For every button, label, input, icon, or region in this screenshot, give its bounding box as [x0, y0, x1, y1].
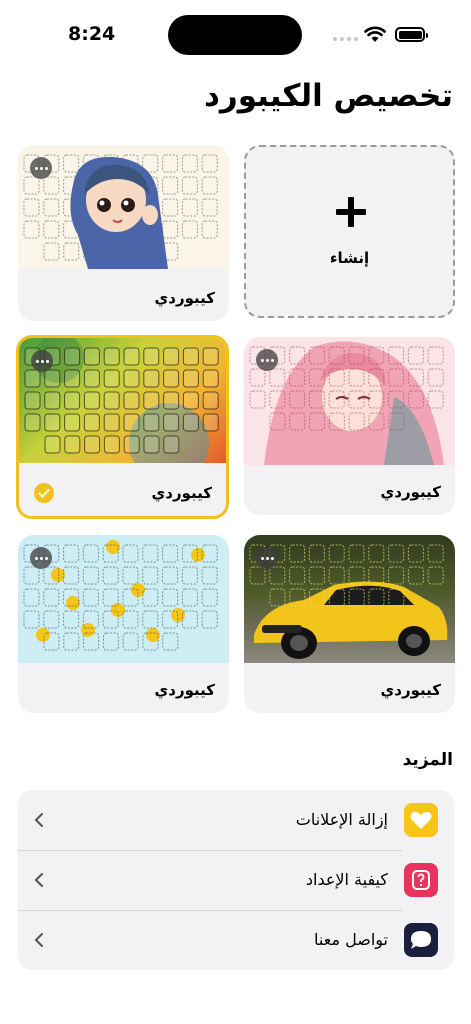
more-options-icon[interactable] [30, 157, 52, 179]
create-keyboard-button[interactable]: إنشاء [244, 145, 455, 318]
wifi-icon [364, 26, 386, 42]
chevron-left-icon [34, 873, 43, 887]
create-label: إنشاء [329, 249, 370, 267]
battery-icon [395, 27, 428, 42]
remove-ads-label: إزالة الإعلانات [295, 810, 388, 829]
how-to-setup-row[interactable]: كيفية الإعداد [18, 850, 454, 910]
more-options-icon[interactable] [31, 350, 53, 372]
how-to-setup-label: كيفية الإعداد [305, 870, 388, 889]
keyboard-card-label: كيبوردي [380, 483, 441, 501]
keyboard-card[interactable]: كيبوردي [244, 535, 455, 713]
help-icon [404, 863, 438, 897]
heart-icon [404, 803, 438, 837]
chat-icon [404, 923, 438, 957]
selected-check-icon [34, 483, 54, 503]
contact-us-row[interactable]: تواصل معنا [18, 910, 454, 970]
keyboard-card-label: كيبوردي [151, 484, 212, 502]
more-options-icon[interactable] [30, 547, 52, 569]
chevron-left-icon [34, 933, 43, 947]
keyboard-card-label: كيبوردي [154, 289, 215, 307]
more-section-title: المزيد [402, 750, 453, 770]
more-list: إزالة الإعلانات كيفية الإعداد تواصل معنا [18, 790, 454, 970]
plus-icon [334, 195, 368, 229]
status-time: 8:24 [68, 23, 116, 45]
more-options-icon[interactable] [256, 547, 278, 569]
keyboard-card[interactable]: كيبوردي [18, 145, 229, 321]
keyboard-card[interactable]: كيبوردي [244, 337, 455, 515]
keyboard-card[interactable]: كيبوردي [16, 335, 229, 519]
signal-icon [333, 37, 358, 41]
status-bar: 8:24 [0, 0, 471, 60]
keyboard-card[interactable]: كيبوردي [18, 535, 229, 713]
more-options-icon[interactable] [256, 349, 278, 371]
keyboard-card-label: كيبوردي [154, 681, 215, 699]
dynamic-island [168, 15, 302, 55]
contact-us-label: تواصل معنا [314, 930, 388, 949]
remove-ads-row[interactable]: إزالة الإعلانات [18, 790, 454, 850]
page-title: تخصيص الكيبورد [203, 78, 453, 114]
chevron-left-icon [34, 813, 43, 827]
keyboard-card-label: كيبوردي [380, 681, 441, 699]
